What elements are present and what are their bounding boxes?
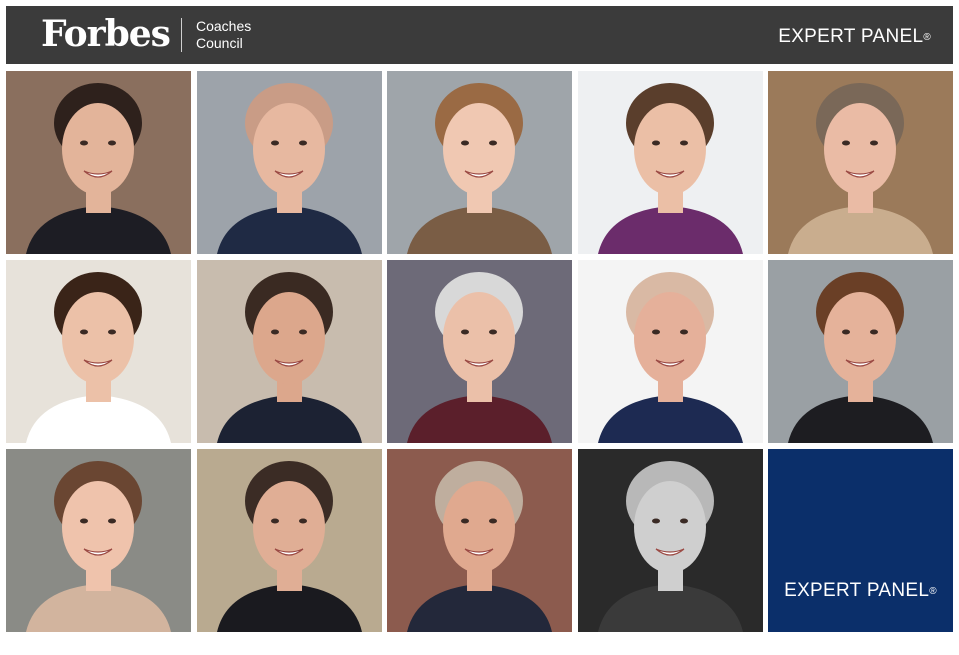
header-divider [181, 18, 182, 52]
portrait-image [768, 260, 953, 443]
portrait-photo [577, 449, 763, 632]
portrait-image [387, 449, 572, 632]
portrait-image [196, 449, 382, 632]
portrait-photo [196, 449, 382, 632]
council-name: Coaches Council [196, 18, 251, 52]
council-line-2: Council [196, 35, 243, 51]
forbes-logo[interactable]: Forbes [41, 14, 171, 54]
portrait-photo [768, 260, 953, 443]
portrait-photo [768, 71, 953, 254]
portrait-photo [196, 260, 382, 443]
expert-panel-label: EXPERT PANEL [778, 26, 924, 47]
portrait-photo [577, 260, 763, 443]
portrait-photo [6, 71, 191, 254]
badge-registered-mark: ® [929, 586, 937, 597]
portrait-image [387, 260, 572, 443]
portrait-image [6, 449, 191, 632]
portrait-image [196, 71, 382, 254]
portrait-photo [577, 71, 763, 254]
portrait-photo [196, 71, 382, 254]
portrait-photo [387, 449, 572, 632]
expert-panel-heading: EXPERT PANEL® [778, 26, 931, 48]
portrait-image [6, 71, 191, 254]
portrait-image [6, 260, 191, 443]
badge-label: EXPERT PANEL® [768, 580, 953, 602]
portrait-photo [387, 260, 572, 443]
portrait-image [387, 71, 572, 254]
portrait-image [577, 449, 763, 632]
portrait-image [768, 71, 953, 254]
portrait-photo [6, 449, 191, 632]
portrait-photo [387, 71, 572, 254]
registered-mark: ® [923, 32, 931, 43]
council-line-1: Coaches [196, 18, 252, 34]
portrait-image [577, 260, 763, 443]
portrait-grid: EXPERT PANEL® [6, 71, 953, 632]
portrait-photo [6, 260, 191, 443]
expert-panel-badge: EXPERT PANEL® [768, 449, 953, 632]
portrait-image [196, 260, 382, 443]
badge-label-text: EXPERT PANEL [784, 580, 930, 601]
site-header: Forbes Coaches Council EXPERT PANEL® [6, 6, 953, 64]
portrait-image [577, 71, 763, 254]
